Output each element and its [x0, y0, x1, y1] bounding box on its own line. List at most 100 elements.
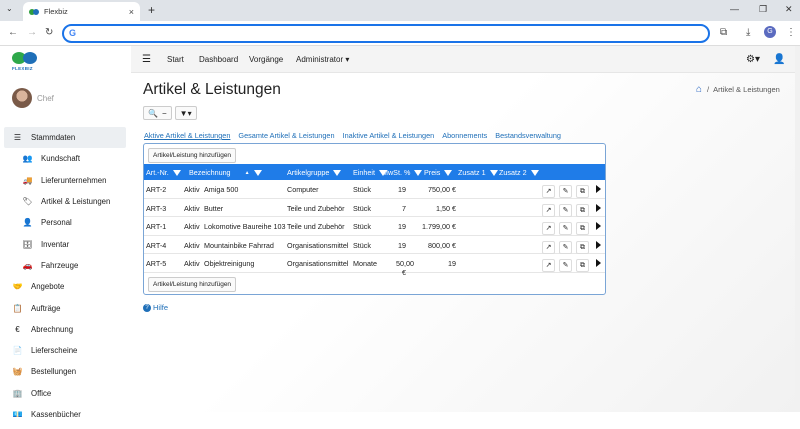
copy-icon[interactable]: ⧉ [576, 240, 589, 254]
menu-dots-icon[interactable]: ⋮ [786, 27, 796, 38]
sidebar-item-angebote[interactable]: 🤝 Angebote [4, 276, 126, 297]
minimize-icon[interactable]: — [730, 4, 739, 14]
forward-icon[interactable]: → [27, 27, 37, 38]
sidebar-item-abrechnung[interactable]: € Abrechnung [4, 319, 126, 340]
nav-administrator[interactable]: Administrator ▾ [296, 55, 349, 64]
column-header[interactable]: Zusatz 1 [458, 168, 498, 177]
view-link[interactable]: Aktive Artikel & Leistungen [144, 131, 230, 140]
sidebar-item-label: Artikel & Leistungen [41, 197, 111, 207]
filter-funnel-icon[interactable] [172, 169, 181, 176]
sidebar-item-kassenbücher[interactable]: 💶 Kassenbücher [4, 404, 126, 425]
hamburger-menu-icon[interactable]: ☰ [142, 54, 151, 65]
column-header[interactable]: Zusatz 2 [499, 168, 539, 177]
add-article-button-top[interactable]: Artikel/Leistung hinzufügen [148, 148, 237, 163]
view-link[interactable]: Inaktive Artikel & Leistungen [343, 131, 435, 140]
filter-button[interactable]: ▼ ▾ [174, 106, 197, 120]
tab-search-icon[interactable]: ⌄ [6, 4, 13, 13]
more-actions-icon[interactable] [596, 240, 601, 249]
external-link-icon[interactable]: ↗ [542, 259, 555, 273]
filter-funnel-icon[interactable] [253, 169, 262, 176]
nav-vorgaenge[interactable]: Vorgänge [249, 55, 283, 64]
nav-start[interactable]: Start [167, 55, 184, 64]
sidebar-item-stammdaten[interactable]: ☰ Stammdaten [4, 127, 126, 149]
address-bar[interactable]: G [62, 24, 710, 43]
table-cell: ART-4 [146, 240, 167, 250]
close-window-icon[interactable]: ✕ [785, 4, 793, 15]
nav-dashboard[interactable]: Dashboard [199, 55, 238, 64]
copy-icon[interactable]: ⧉ [576, 259, 589, 273]
add-article-button-bottom[interactable]: Artikel/Leistung hinzufügen [148, 277, 237, 292]
user-panel[interactable]: Chef [12, 88, 54, 108]
table-body: ART-2 Aktiv Amiga 500 Computer Stück 19 750,00… [144, 180, 605, 277]
column-header[interactable]: Artikelgruppe [287, 168, 342, 177]
edit-icon[interactable]: ✎ [559, 222, 572, 236]
sidebar-item-lieferunternehmen[interactable]: 🚚 Lieferunternehmen [4, 170, 126, 191]
download-icon[interactable]: ⤓ [746, 27, 750, 38]
extensions-icon[interactable]: ⧉ [720, 27, 727, 38]
sidebar-item-bestellungen[interactable]: 🧺 Bestellungen [4, 361, 126, 382]
external-link-icon[interactable]: ↗ [542, 203, 555, 217]
edit-icon[interactable]: ✎ [559, 259, 572, 273]
sidebar-item-kundschaft[interactable]: 👥 Kundschaft [4, 148, 126, 169]
table-row[interactable]: ART-5 Aktiv Objektreinigung Organisationsmi… [144, 254, 605, 277]
sidebar-item-fahrzeuge[interactable]: 🚗 Fahrzeuge [4, 255, 126, 276]
back-icon[interactable]: ← [8, 27, 18, 38]
profile-avatar[interactable]: G [764, 26, 776, 38]
filter-funnel-icon[interactable] [414, 169, 423, 176]
external-link-icon[interactable]: ↗ [542, 185, 555, 198]
edit-icon[interactable]: ✎ [559, 240, 572, 254]
avatar [12, 88, 32, 108]
sidebar-item-office[interactable]: 🏢 Office [4, 383, 126, 404]
filter-funnel-icon[interactable] [444, 169, 453, 176]
browser-tab[interactable]: Flexbiz × [23, 2, 140, 21]
copy-icon[interactable]: ⧉ [576, 222, 589, 236]
view-link[interactable]: Bestandsverwaltung [495, 131, 561, 140]
more-actions-icon[interactable] [596, 203, 601, 212]
copy-icon[interactable]: ⧉ [576, 185, 589, 198]
table-cell: 7 [402, 203, 406, 213]
sidebar-item-artikel-leistungen[interactable]: 🏷 Artikel & Leistungen [4, 191, 126, 212]
home-icon[interactable]: ⌂ [696, 84, 702, 95]
table-cell: 1,50 € [436, 203, 456, 213]
new-tab-button[interactable]: + [148, 3, 155, 17]
table-cell: Stück [353, 240, 371, 250]
edit-icon[interactable]: ✎ [559, 203, 572, 217]
user-icon[interactable]: 👤 [773, 54, 785, 65]
sidebar-item-label: Stammdaten [31, 133, 76, 143]
sidebar-item-personal[interactable]: 👤 Personal [4, 212, 126, 233]
view-link[interactable]: Gesamte Artikel & Leistungen [238, 131, 334, 140]
column-header[interactable]: Preis [424, 168, 453, 177]
more-actions-icon[interactable] [596, 259, 601, 268]
table-row[interactable]: ART-4 Aktiv Mountainbike Fahrrad Organisati… [144, 236, 605, 255]
gear-icon[interactable]: ⚙▾ [746, 54, 760, 65]
sidebar-item-lieferscheine[interactable]: 📄 Lieferscheine [4, 340, 126, 361]
sidebar: FLEXBIZ Chef ☰ Stammdaten 👥 Kundschaft 🚚 Lief… [0, 46, 131, 429]
view-link[interactable]: Abonnements [442, 131, 487, 140]
column-header[interactable]: Art.-Nr. [146, 168, 181, 177]
edit-icon[interactable]: ✎ [559, 185, 572, 198]
help-link[interactable]: ? Hilfe [143, 303, 168, 312]
more-actions-icon[interactable] [596, 185, 601, 193]
filter-funnel-icon[interactable] [530, 169, 539, 176]
external-link-icon[interactable]: ↗ [542, 240, 555, 254]
search-button[interactable]: 🔍 − [143, 106, 172, 120]
sidebar-item-inventar[interactable]: 🗄 Inventar [4, 233, 126, 254]
copy-icon[interactable]: ⧉ [576, 203, 589, 217]
table-row[interactable]: ART-1 Aktiv Lokomotive Baureihe 103 Teile u… [144, 217, 605, 236]
flexbiz-logo[interactable]: FLEXBIZ [12, 52, 38, 74]
external-link-icon[interactable]: ↗ [542, 222, 555, 236]
filter-funnel-icon[interactable] [333, 169, 342, 176]
reload-icon[interactable]: ↻ [45, 27, 53, 38]
column-header[interactable]: Bezeichnung ▲ [189, 168, 262, 177]
more-actions-icon[interactable] [596, 222, 601, 231]
table-cell: Aktiv [184, 259, 200, 269]
maximize-icon[interactable]: ❐ [759, 4, 767, 15]
table-row[interactable]: ART-2 Aktiv Amiga 500 Computer Stück 19 750,00… [144, 180, 605, 199]
filter-funnel-icon[interactable] [489, 169, 498, 176]
scrollbar[interactable] [795, 46, 800, 412]
column-header[interactable]: MwSt. % [382, 168, 423, 177]
table-cell: Objektreinigung [204, 259, 255, 269]
table-row[interactable]: ART-3 Aktiv Butter Teile und Zubehör Stück 7 1… [144, 199, 605, 218]
sidebar-item-aufträge[interactable]: 📋 Aufträge [4, 297, 126, 318]
close-tab-icon[interactable]: × [129, 7, 134, 17]
